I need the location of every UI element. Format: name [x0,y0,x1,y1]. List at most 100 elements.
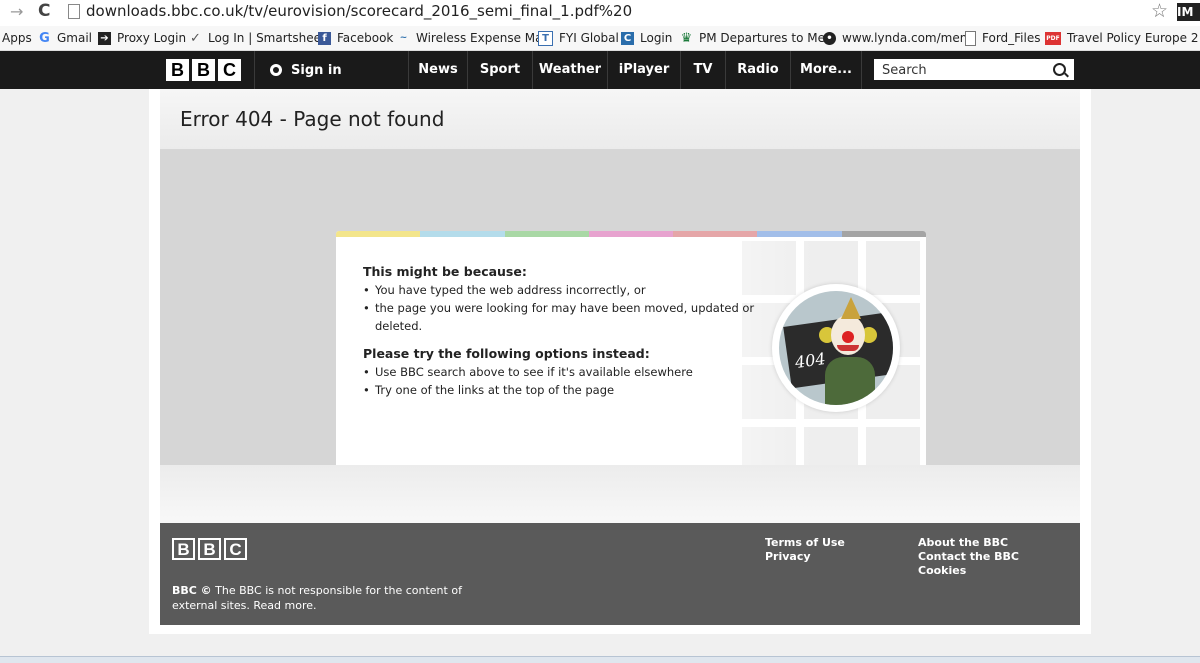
search-icon[interactable] [1053,63,1066,76]
bookmark-login[interactable]: C Login [621,29,672,47]
stripe-segment [504,231,589,237]
copyright-prefix: BBC © [172,584,212,597]
check-icon: ✓ [190,30,201,46]
globe-icon: • [823,31,836,45]
bookmark-ford-files[interactable]: Ford_Files [965,29,1041,47]
error-panel: This might be because: You have typed th… [160,149,1080,491]
privacy-link[interactable]: Privacy [765,550,811,563]
logo-letter: C [224,538,247,560]
nav-radio[interactable]: Radio [726,51,790,89]
title-strip: Error 404 - Page not found [160,89,1080,149]
stripe-segment [336,231,421,237]
bbc-header: B B C Sign in News Sport Weather iPlayer… [0,51,1200,89]
logo-letter: B [172,538,195,560]
bookmark-facebook[interactable]: f Facebook [318,29,393,47]
sign-in-link[interactable]: Sign in [270,51,342,89]
search-input[interactable] [874,60,1042,81]
about-bbc-link[interactable]: About the BBC [918,536,1008,549]
logo-letter: B [192,59,215,81]
wireless-icon: ~ [399,32,408,43]
clown-hat [841,297,861,319]
facebook-icon: f [318,31,331,45]
nav-tv[interactable]: TV [681,51,725,89]
page-title: Error 404 - Page not found [180,107,445,131]
bookmark-fyi-global[interactable]: T FYI Global [538,29,619,47]
reasons-list: You have typed the web address incorrect… [363,281,763,335]
reload-icon[interactable]: C [38,1,50,21]
clown-body [825,357,875,405]
terms-of-use-link[interactable]: Terms of Use [765,536,845,549]
sign-in-label: Sign in [291,62,342,78]
bookmark-label: Ford_Files [982,31,1041,45]
error-card: This might be because: You have typed th… [336,231,926,491]
bookmark-label: FYI Global [559,31,619,45]
contact-bbc-link[interactable]: Contact the BBC [918,550,1019,563]
option-item: Try one of the links at the top of the p… [363,381,763,399]
bookmark-smartsheet[interactable]: ✓ Log In | Smartsheet [189,29,326,47]
login-icon: C [621,31,634,45]
bookmark-label: Travel Policy Europe 2 [1067,31,1199,45]
option-item: Use BBC search above to see if it's avai… [363,363,763,381]
logo-letter: C [218,59,241,81]
google-icon: G [39,30,50,46]
bookmark-label: Apps [2,31,32,45]
forward-arrow-icon[interactable]: → [10,2,23,21]
nav-more[interactable]: More... [791,51,861,89]
bookmark-pm-departures[interactable]: ♛ PM Departures to Me [680,29,825,47]
crown-icon: ♛ [680,30,693,46]
divider [254,51,255,89]
bookmark-label: Wireless Expense Mar [416,31,548,45]
bookmarks-bar: Apps G Gmail ➔ Proxy Login ✓ Log In | Smart… [0,26,1200,51]
url-field[interactable]: downloads.bbc.co.uk/tv/eurovision/scorec… [86,2,632,20]
copyright-notice: BBC © The BBC is not responsible for the… [172,583,472,613]
page-content: Error 404 - Page not found This might be… [149,89,1091,634]
nav-sport[interactable]: Sport [468,51,532,89]
extension-button[interactable]: IM [1177,3,1200,21]
fyi-icon: T [538,30,553,46]
footer-bbc-logo[interactable]: B B C [172,538,247,560]
options-list: Use BBC search above to see if it's avai… [363,363,763,399]
bookmark-label: Gmail [57,31,93,45]
page-icon [68,4,80,19]
bookmark-travel-policy[interactable]: PDF Travel Policy Europe 2 [1045,29,1198,47]
bookmark-label: Facebook [337,31,394,45]
options-heading: Please try the following options instead… [363,346,650,361]
reason-item: the page you were looking for may have b… [363,299,763,335]
bookmark-label: Log In | Smartsheet [208,31,326,45]
page-icon [965,30,976,46]
read-more-link[interactable]: Read more. [253,599,316,612]
star-icon[interactable]: ☆ [1151,0,1168,22]
bbc-logo[interactable]: B B C [166,59,241,81]
clown-picture: 404 [779,291,893,405]
clown-mouth [837,345,859,351]
copyright-text: The BBC is not responsible for the conte… [172,584,462,612]
bookmark-label: PM Departures to Me [699,31,825,45]
lower-strip [160,465,1080,523]
address-bar-area: → C downloads.bbc.co.uk/tv/eurovision/sc… [0,0,1200,26]
clown-image: 404 [772,284,900,412]
reason-item: You have typed the web address incorrect… [363,281,763,299]
bookmark-label: Login [640,31,673,45]
search-box [874,59,1074,81]
stripe-segment [420,231,505,237]
divider [861,51,862,89]
nav-iplayer[interactable]: iPlayer [608,51,680,89]
bookmark-proxy-login[interactable]: ➔ Proxy Login [98,29,186,47]
nav-weather[interactable]: Weather [533,51,607,89]
bookmark-apps[interactable]: Apps [2,29,32,47]
pdf-icon: PDF [1045,31,1061,45]
reasons-heading: This might be because: [363,264,527,279]
clown-nose [842,331,854,343]
arrow-icon: ➔ [98,31,111,45]
bbc-footer: B B C Terms of Use Privacy About the BBC… [160,523,1080,625]
error-message: This might be because: You have typed th… [363,263,763,409]
grid-tile [866,241,920,295]
bookmark-wireless-expense[interactable]: ~ Wireless Expense Mar [397,29,548,47]
cookies-link[interactable]: Cookies [918,564,966,577]
user-icon [270,64,282,76]
nav-news[interactable]: News [409,51,467,89]
bookmark-gmail[interactable]: G Gmail [38,29,92,47]
logo-letter: B [198,538,221,560]
bookmark-lynda[interactable]: • www.lynda.com/mem [823,29,971,47]
bookmark-label: Proxy Login [117,31,187,45]
